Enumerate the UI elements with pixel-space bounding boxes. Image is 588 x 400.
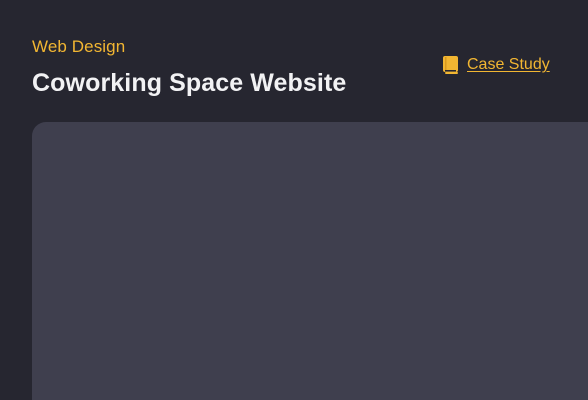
project-card-header: Web Design Coworking Space Website Case …: [0, 0, 588, 122]
project-title: Coworking Space Website: [32, 69, 347, 97]
case-study-label: Case Study: [467, 56, 550, 73]
project-category-label: Web Design: [32, 37, 126, 56]
case-study-link[interactable]: Case Study: [442, 55, 550, 75]
book-icon: [442, 55, 459, 75]
project-preview-image[interactable]: [32, 122, 588, 400]
